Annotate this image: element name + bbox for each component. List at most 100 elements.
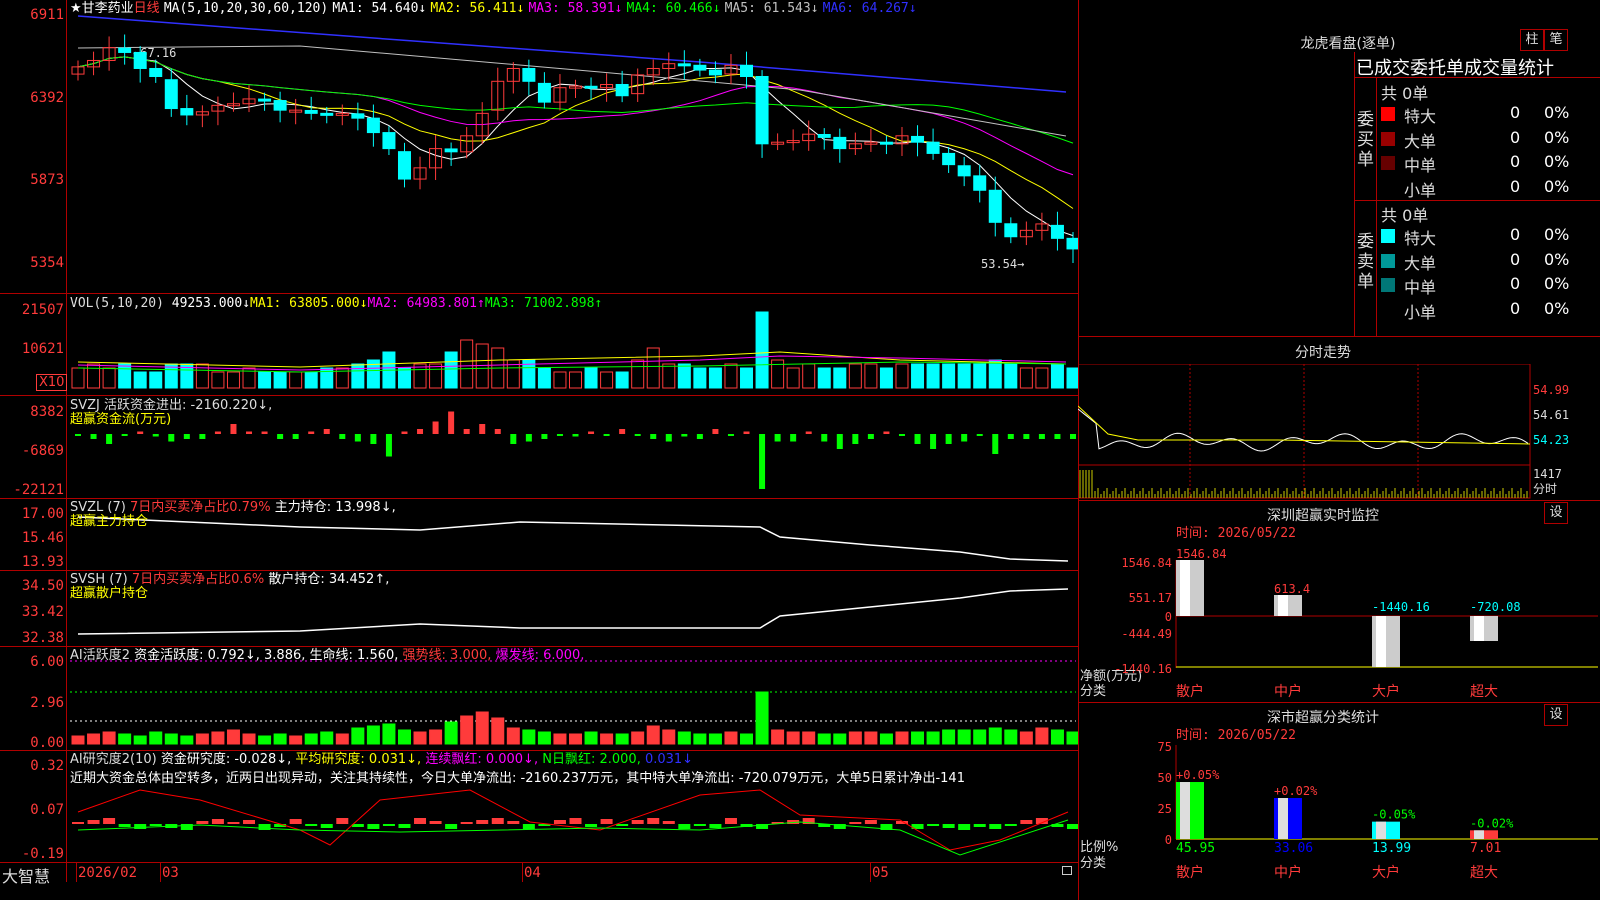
- fund-flow-bar: [246, 431, 253, 434]
- class-bar-pct: -0.05%: [1372, 808, 1416, 822]
- monitor-tick: 0: [1165, 610, 1172, 624]
- volume-bar: [724, 363, 738, 389]
- activity-bar: [833, 733, 847, 745]
- activity-bar: [537, 731, 551, 745]
- fund-flow-bar: [790, 434, 797, 442]
- volume-bar: [1019, 367, 1033, 389]
- monitor-settings-button[interactable]: 设: [1544, 502, 1568, 524]
- research-bar: [460, 822, 473, 824]
- research-bar: [445, 824, 458, 829]
- tick-view-button[interactable]: 笔: [1544, 29, 1568, 51]
- research-bar: [243, 820, 256, 824]
- research-bar: [569, 818, 582, 824]
- fund-flow-bar: [898, 434, 905, 436]
- research-bar: [958, 824, 971, 830]
- volume-bar: [988, 359, 1002, 389]
- vol-tick-2: 10621: [21, 341, 64, 357]
- intraday-price-line: [1078, 408, 1529, 452]
- ai-active-burst: 爆发线: 6.000,: [495, 648, 585, 663]
- buy-total: 共 0单: [1381, 84, 1429, 103]
- activity-bar: [102, 731, 116, 745]
- sell-row-1-name: 特大: [1404, 229, 1437, 248]
- research-bar: [134, 824, 147, 829]
- volume-bar: [1035, 367, 1049, 389]
- volume-bar: [895, 363, 909, 389]
- volume-bar: [646, 347, 660, 389]
- fund-flow-bar: [121, 434, 128, 436]
- sell-row-3-val: 0: [1510, 274, 1521, 293]
- candle-body: [942, 152, 956, 166]
- fund-flow-bar: [556, 434, 563, 436]
- class-bar-highlight: [1278, 798, 1288, 839]
- sell-row-1-pct: 0%: [1544, 225, 1570, 244]
- candle-body: [584, 85, 598, 89]
- monitor-category-label: 超大: [1470, 684, 1498, 700]
- monitor-title: 深圳超赢实时监控: [1267, 508, 1379, 524]
- class-bar-value: 13.99: [1372, 841, 1411, 856]
- activity-bar: [708, 733, 722, 745]
- fund-flow-bar: [479, 424, 486, 434]
- activity-bar: [848, 731, 862, 745]
- dragon-title: 龙虎看盘(逐单): [1300, 36, 1396, 52]
- research-bar: [849, 822, 862, 824]
- research-bar: [491, 818, 504, 824]
- class-settings-button[interactable]: 设: [1544, 704, 1568, 726]
- ma-line-20: [77, 56, 1074, 176]
- intraday-chart[interactable]: [1078, 364, 1600, 500]
- activity-bar: [289, 735, 303, 745]
- research-bar: [1020, 820, 1033, 824]
- left-chart-area[interactable]: ★甘李药业日线 MA(5,10,20,30,60,120) MA1: 54.64…: [0, 0, 1078, 886]
- activity-bar: [351, 727, 365, 745]
- fund-flow-bar: [976, 434, 983, 436]
- ma-line-60: [77, 45, 1067, 137]
- fund-flow-bar: [836, 434, 843, 449]
- svsh-tick-1: 34.50: [21, 578, 64, 594]
- candle-body: [926, 141, 940, 154]
- activity-bar: [1035, 727, 1049, 745]
- buy-row-4-name: 小单: [1404, 180, 1437, 200]
- fund-flow-bar: [401, 431, 408, 434]
- candle-body: [397, 151, 411, 180]
- fund-flow-bar: [75, 434, 81, 436]
- bar-view-button[interactable]: 柱: [1520, 29, 1544, 51]
- activity-bar: [957, 729, 971, 745]
- fund-flow-bar: [759, 434, 766, 489]
- sell-row-2-name: 大单: [1404, 253, 1437, 273]
- monitor-category-label: 散户: [1176, 683, 1204, 700]
- activity-bar: [1019, 731, 1033, 745]
- buy-row-2-pct: 0%: [1544, 127, 1570, 147]
- class-bar-highlight: [1376, 821, 1386, 839]
- activity-bar: [569, 733, 582, 745]
- svsh-tick-2: 33.42: [21, 604, 64, 620]
- fund-flow-bar: [90, 434, 97, 439]
- volume-bar: [397, 367, 411, 389]
- fund-flow-bar: [183, 434, 190, 439]
- svzj-tick-3: -22121: [13, 482, 64, 498]
- activity-bar: [491, 717, 505, 745]
- candle-body: [677, 63, 691, 67]
- activity-bar: [475, 711, 489, 745]
- class-chart: 75 50 25 0 +0.05% 45.95 散户 +0.02% 33.06 中户 -0.05% 1…: [1158, 740, 1598, 881]
- fund-flow-bar: [1070, 434, 1076, 439]
- fund-flow-bar: [650, 434, 657, 439]
- ai-research-a: 资金研究度: -0.028↓,: [160, 752, 292, 767]
- svzl-tick-2: 15.46: [21, 530, 64, 546]
- sell-row-4-pct: 0%: [1544, 298, 1570, 318]
- volume-bar: [444, 351, 458, 389]
- class-xlabel: 分类: [1080, 856, 1107, 871]
- activity-bar: [460, 715, 474, 745]
- volume-bar: [211, 371, 225, 389]
- volume-bar: [677, 363, 691, 389]
- price-chart[interactable]: [0, 0, 1078, 882]
- retail-holding-line: [77, 588, 1069, 635]
- monitor-tick: -444.49: [1121, 627, 1172, 641]
- sell-row-3-name: 中单: [1404, 278, 1437, 297]
- activity-bar: [397, 729, 411, 745]
- candle-body: [133, 51, 147, 69]
- candle-body: [522, 67, 536, 82]
- volume-bar: [864, 363, 878, 389]
- lock-icon[interactable]: [1062, 866, 1072, 875]
- brand-logo[interactable]: 大智慧: [2, 863, 50, 887]
- fund-flow-bar: [214, 431, 221, 434]
- research-bar: [429, 821, 442, 824]
